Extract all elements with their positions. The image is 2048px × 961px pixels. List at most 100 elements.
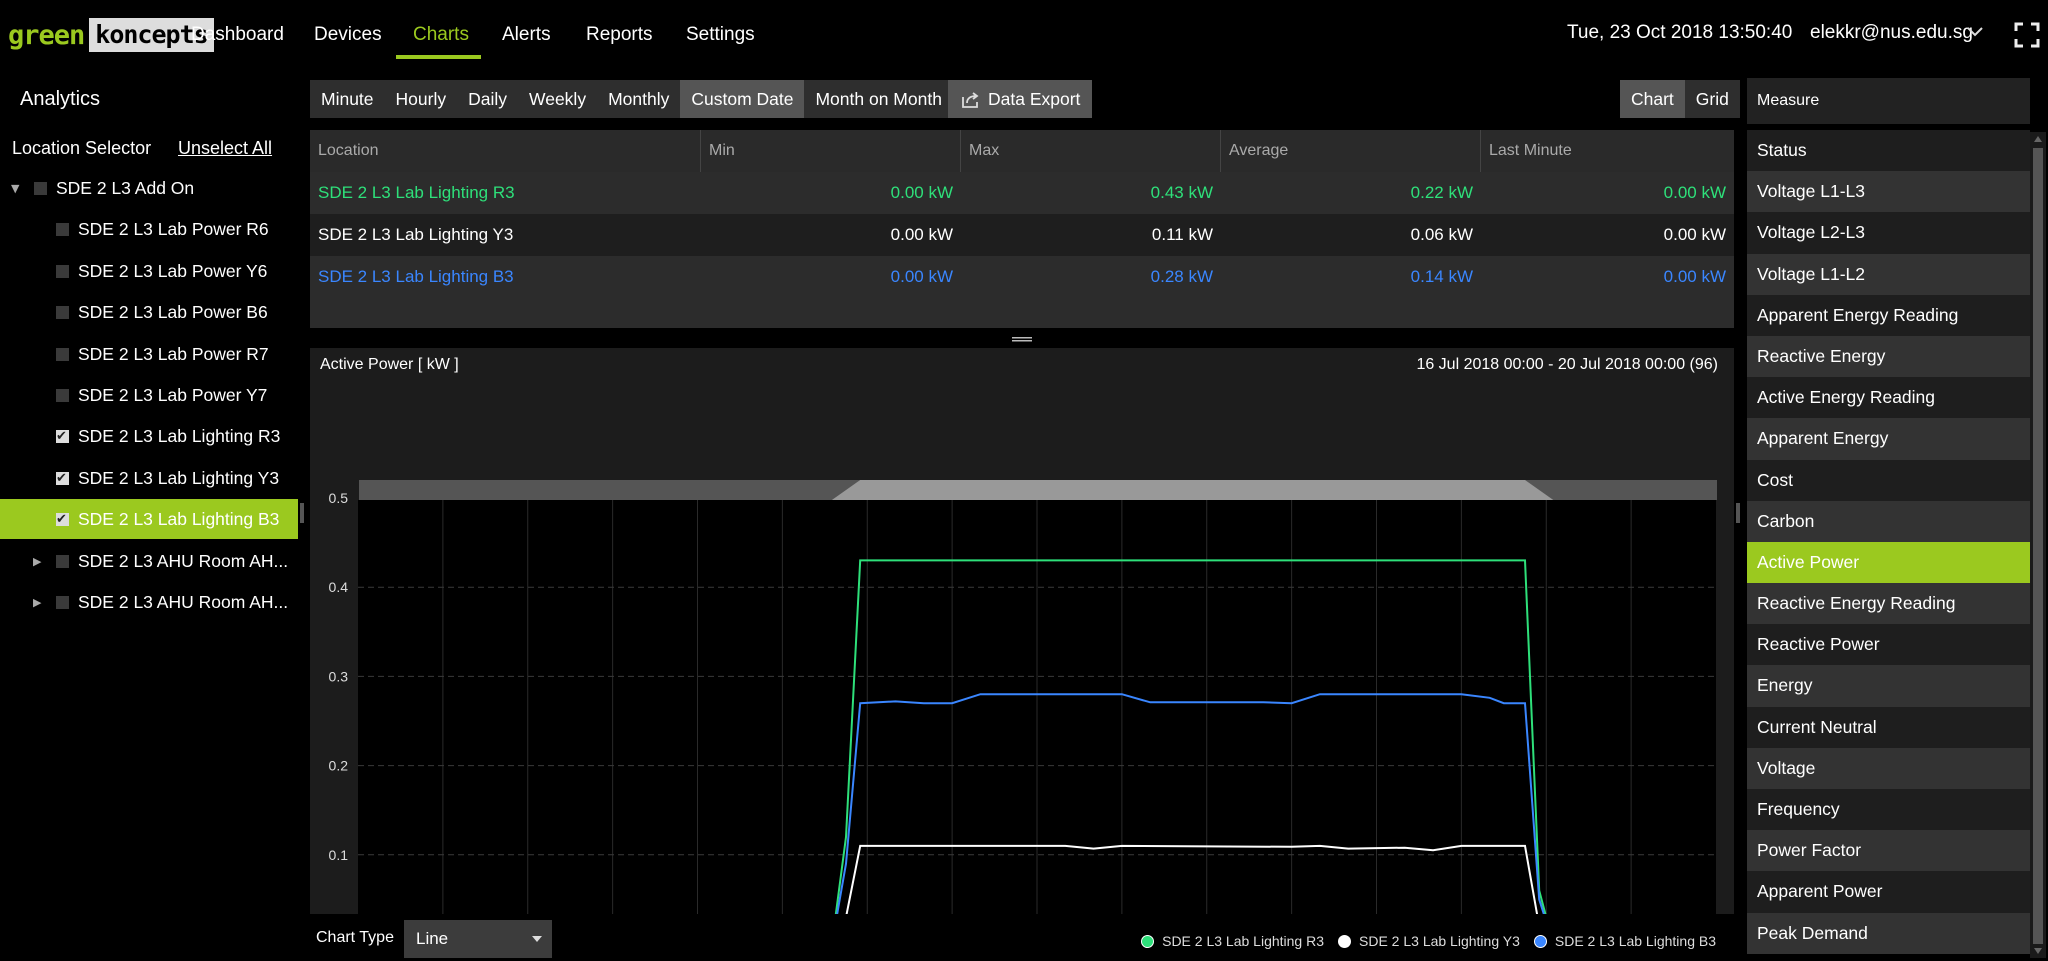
measure-item-peak-demand[interactable]: Peak Demand [1747, 912, 2030, 954]
scroll-down-icon[interactable] [2034, 948, 2042, 954]
user-menu[interactable]: elekkr@nus.edu.sg [1810, 22, 1973, 44]
tree-item-sde-2-l3-ahu-room-ah[interactable]: ▶ SDE 2 L3 AHU Room AH... [0, 541, 298, 581]
col-last-minute[interactable]: Last Minute [1481, 130, 1734, 172]
measure-item-voltage-l2-l3[interactable]: Voltage L2-L3 [1747, 212, 2030, 254]
chart-header: Active Power [ kW ] 16 Jul 2018 00:00 - … [310, 348, 1734, 384]
legend-dot-icon [1533, 934, 1547, 948]
nav-alerts[interactable]: Alerts [502, 24, 551, 46]
tree-item-sde-2-l3-lab-lighting-b3[interactable]: SDE 2 L3 Lab Lighting B3 [0, 499, 298, 540]
measure-item-voltage-l1-l2[interactable]: Voltage L1-L2 [1747, 253, 2030, 295]
range-tab-monthly[interactable]: Monthly [597, 80, 680, 118]
tree-item-sde-2-l3-add-on[interactable]: ▼ SDE 2 L3 Add On [0, 168, 298, 208]
measure-resize-handle[interactable] [1736, 503, 1740, 523]
tree-item-sde-2-l3-lab-lighting-y3[interactable]: SDE 2 L3 Lab Lighting Y3 [0, 458, 298, 499]
location-checkbox[interactable] [56, 264, 69, 278]
measure-item-apparent-energy[interactable]: Apparent Energy [1747, 418, 2030, 460]
expand-right-icon[interactable]: ▶ [33, 542, 41, 582]
col-average[interactable]: Average [1221, 130, 1481, 172]
nav-reports[interactable]: Reports [586, 24, 653, 46]
col-max[interactable]: Max [961, 130, 1221, 172]
measure-item-reactive-energy[interactable]: Reactive Energy [1747, 335, 2030, 378]
location-checkbox[interactable] [56, 500, 69, 540]
location-checkbox[interactable] [56, 223, 69, 237]
measure-header: Measure [1747, 78, 2030, 124]
location-checkbox[interactable] [56, 417, 69, 457]
range-tab-daily[interactable]: Daily [457, 80, 518, 118]
chevron-down-icon[interactable] [1966, 26, 1984, 38]
location-checkbox[interactable] [56, 459, 69, 499]
range-tab-minute[interactable]: Minute [310, 80, 385, 118]
unselect-all-link[interactable]: Unselect All [178, 138, 272, 159]
cell-max: 0.28 kW [1150, 267, 1213, 286]
measure-item-cost[interactable]: Cost [1747, 459, 2030, 501]
measure-item-energy[interactable]: Energy [1747, 665, 2030, 707]
tree-item-sde-2-l3-ahu-room-ah[interactable]: ▶ SDE 2 L3 AHU Room AH... [0, 582, 298, 622]
measure-item-power-factor[interactable]: Power Factor [1747, 830, 2030, 872]
tree-item-sde-2-l3-lab-power-b6[interactable]: SDE 2 L3 Lab Power B6 [0, 292, 298, 332]
measure-scrollbar[interactable] [2030, 132, 2046, 958]
measure-item-apparent-power[interactable]: Apparent Power [1747, 871, 2030, 913]
cell-avg: 0.22 kW [1410, 183, 1473, 202]
measure-item-frequency[interactable]: Frequency [1747, 789, 2030, 831]
location-checkbox[interactable] [34, 182, 47, 195]
scroll-up-icon[interactable] [2034, 136, 2042, 142]
chart-legend: SDE 2 L3 Lab Lighting R3 SDE 2 L3 Lab Lig… [1127, 933, 1716, 949]
nav-charts[interactable]: Charts [413, 24, 469, 46]
chart-date-range: 16 Jul 2018 00:00 - 20 Jul 2018 00:00 (9… [1416, 356, 1718, 373]
expand-right-icon[interactable]: ▶ [33, 583, 41, 623]
chart-type-select[interactable]: Line [404, 920, 552, 958]
brand-logo[interactable]: green koncepts [8, 18, 214, 52]
expand-down-icon[interactable]: ▼ [11, 169, 19, 209]
tree-item-sde-2-l3-lab-power-y7[interactable]: SDE 2 L3 Lab Power Y7 [0, 375, 298, 415]
range-tab-month-on-month[interactable]: Month on Month [804, 80, 952, 118]
range-tab-hourly[interactable]: Hourly [385, 80, 458, 118]
splitter-grip-icon[interactable] [1012, 336, 1032, 344]
legend-item[interactable]: SDE 2 L3 Lab Lighting Y3 [1338, 933, 1520, 949]
measure-item-active-energy-reading[interactable]: Active Energy Reading [1747, 377, 2030, 419]
nav-dashboard[interactable]: Dashboard [191, 24, 284, 46]
tree-item-sde-2-l3-lab-lighting-r3[interactable]: SDE 2 L3 Lab Lighting R3 [0, 416, 298, 457]
measure-item-reactive-energy-reading[interactable]: Reactive Energy Reading [1747, 583, 2030, 625]
nav-settings[interactable]: Settings [686, 24, 755, 46]
table-row[interactable]: SDE 2 L3 Lab Lighting B3 0.00 kW 0.28 kW 0.… [310, 256, 1734, 298]
location-checkbox[interactable] [56, 306, 69, 320]
measure-item-current-neutral[interactable]: Current Neutral [1747, 706, 2030, 748]
location-checkbox[interactable] [56, 389, 69, 402]
col-location[interactable]: Location [310, 130, 701, 172]
view-tab-chart[interactable]: Chart [1620, 80, 1685, 118]
tree-item-sde-2-l3-lab-power-r6[interactable]: SDE 2 L3 Lab Power R6 [0, 209, 298, 249]
measure-item-apparent-energy-reading[interactable]: Apparent Energy Reading [1747, 294, 2030, 336]
scroll-thumb[interactable] [2033, 148, 2043, 944]
data-export-button[interactable]: Data Export [948, 80, 1093, 118]
nav-devices[interactable]: Devices [314, 24, 382, 46]
location-checkbox[interactable] [56, 347, 69, 361]
legend-label: SDE 2 L3 Lab Lighting R3 [1162, 933, 1324, 949]
measure-item-voltage-l1-l3[interactable]: Voltage L1-L3 [1747, 171, 2030, 213]
location-checkbox[interactable] [56, 554, 69, 568]
measure-item-active-power[interactable]: Active Power [1747, 541, 2030, 584]
range-tab-weekly[interactable]: Weekly [518, 80, 597, 118]
navigator-selection[interactable] [831, 480, 1554, 500]
measure-item-carbon[interactable]: Carbon [1747, 500, 2030, 542]
location-checkbox[interactable] [56, 596, 69, 609]
range-tab-custom-date[interactable]: Custom Date [680, 80, 805, 118]
cell-avg: 0.06 kW [1410, 225, 1473, 244]
measure-item-status[interactable]: Status [1747, 130, 2030, 172]
measure-item-voltage[interactable]: Voltage [1747, 747, 2030, 789]
cell-min: 0.00 kW [890, 183, 953, 202]
view-tab-grid[interactable]: Grid [1685, 80, 1740, 118]
legend-item[interactable]: SDE 2 L3 Lab Lighting R3 [1141, 933, 1324, 949]
logo-text-green: green [8, 19, 85, 51]
col-min[interactable]: Min [701, 130, 961, 172]
active-power-chart[interactable]: 0.00.10.20.30.40.506:0012:0018:0017 Jul0… [310, 384, 1734, 914]
sidebar-resize-handle[interactable] [300, 503, 304, 523]
fullscreen-icon[interactable] [2014, 22, 2040, 48]
chart-type-label: Chart Type [316, 929, 394, 946]
tree-item-sde-2-l3-lab-power-r7[interactable]: SDE 2 L3 Lab Power R7 [0, 334, 298, 374]
table-row[interactable]: SDE 2 L3 Lab Lighting R3 0.00 kW 0.43 kW 0.… [310, 172, 1734, 214]
legend-item[interactable]: SDE 2 L3 Lab Lighting B3 [1533, 933, 1716, 949]
tree-item-sde-2-l3-lab-power-y6[interactable]: SDE 2 L3 Lab Power Y6 [0, 251, 298, 291]
measure-item-reactive-power[interactable]: Reactive Power [1747, 624, 2030, 666]
table-row[interactable]: SDE 2 L3 Lab Lighting Y3 0.00 kW 0.11 kW 0.… [310, 214, 1734, 256]
tree-item-label: SDE 2 L3 Lab Power B6 [78, 302, 268, 323]
